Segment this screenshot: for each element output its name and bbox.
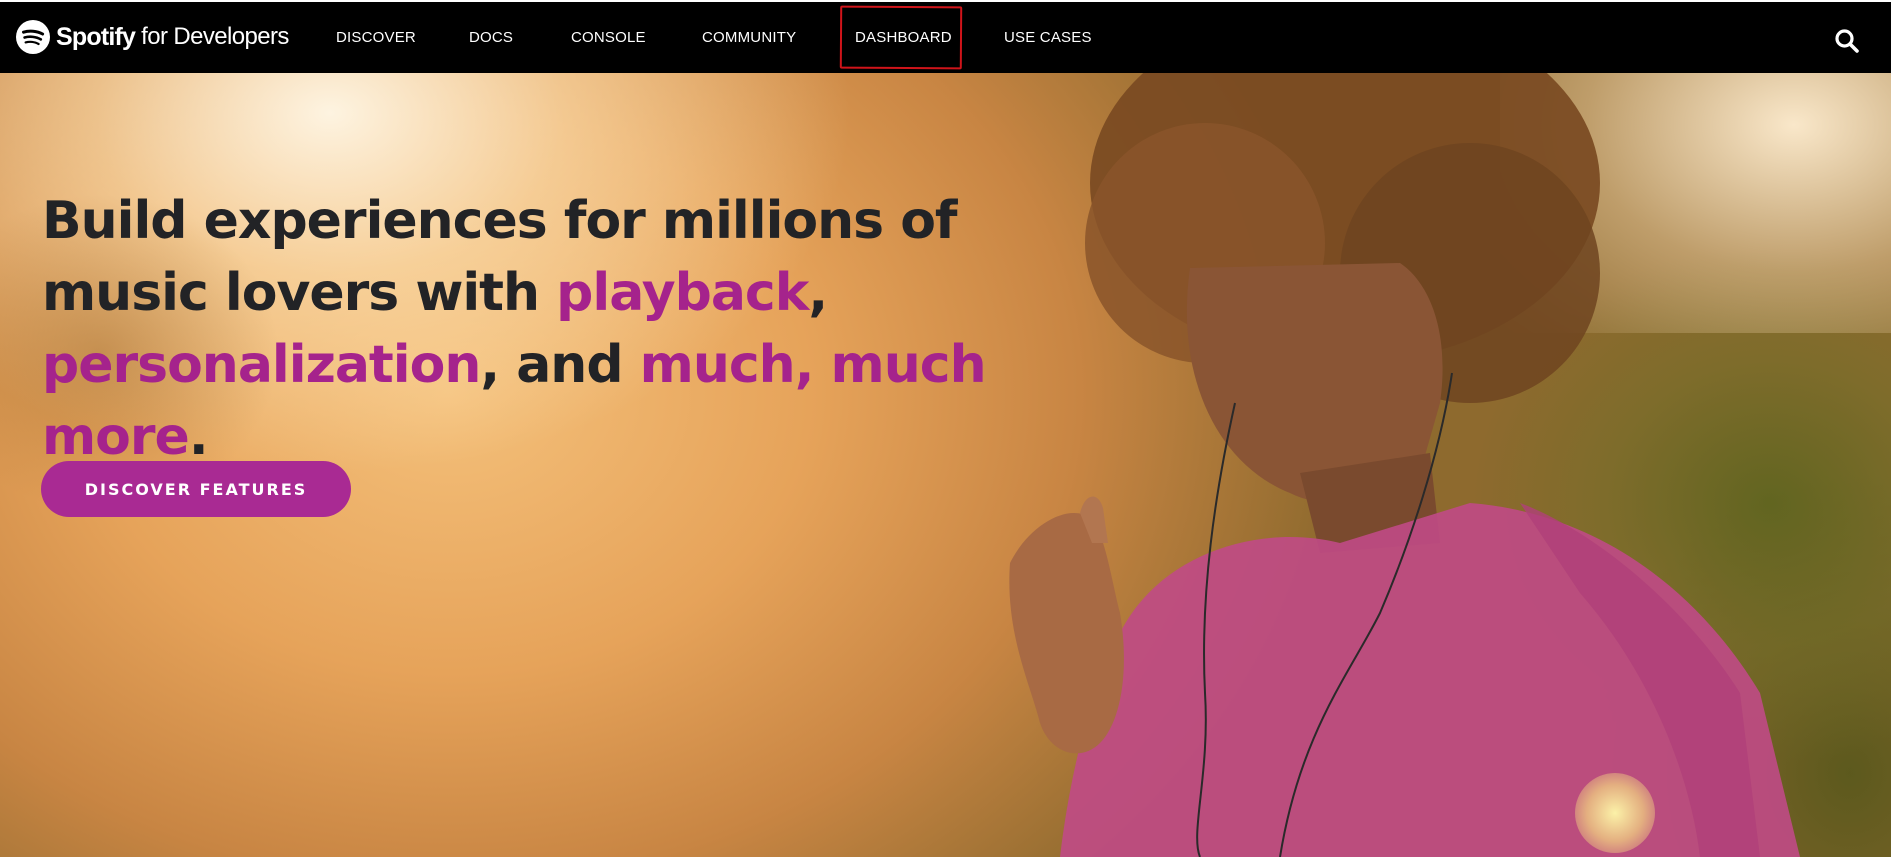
- hero-headline: Build experiences for millions of music …: [42, 185, 1102, 473]
- discover-features-button[interactable]: DISCOVER FEATURES: [41, 461, 351, 517]
- headline-highlight-playback: playback: [556, 263, 809, 323]
- nav-item-use-cases[interactable]: USE CASES: [1004, 2, 1092, 73]
- nav-item-docs[interactable]: DOCS: [469, 2, 513, 73]
- nav-item-console[interactable]: CONSOLE: [571, 2, 646, 73]
- main-nav: DISCOVER DOCS CONSOLE COMMUNITY DASHBOAR…: [0, 2, 1891, 73]
- page-bottom-edge: [0, 857, 1891, 862]
- nav-item-discover[interactable]: DISCOVER: [336, 2, 416, 73]
- nav-item-dashboard[interactable]: DASHBOARD: [855, 2, 952, 73]
- headline-text: ,: [808, 263, 828, 323]
- hero-section: Build experiences for millions of music …: [0, 73, 1891, 857]
- headline-text: , and: [480, 335, 640, 395]
- nav-item-community[interactable]: COMMUNITY: [702, 2, 796, 73]
- search-icon[interactable]: [1834, 28, 1860, 54]
- headline-highlight-personalization: personalization: [42, 335, 481, 395]
- spotify-developers-page: Spotify for Developers DISCOVER DOCS CON…: [0, 0, 1891, 862]
- top-nav-bar: Spotify for Developers DISCOVER DOCS CON…: [0, 2, 1891, 73]
- headline-text: .: [188, 407, 209, 467]
- hero-lens-flare: [1575, 773, 1655, 853]
